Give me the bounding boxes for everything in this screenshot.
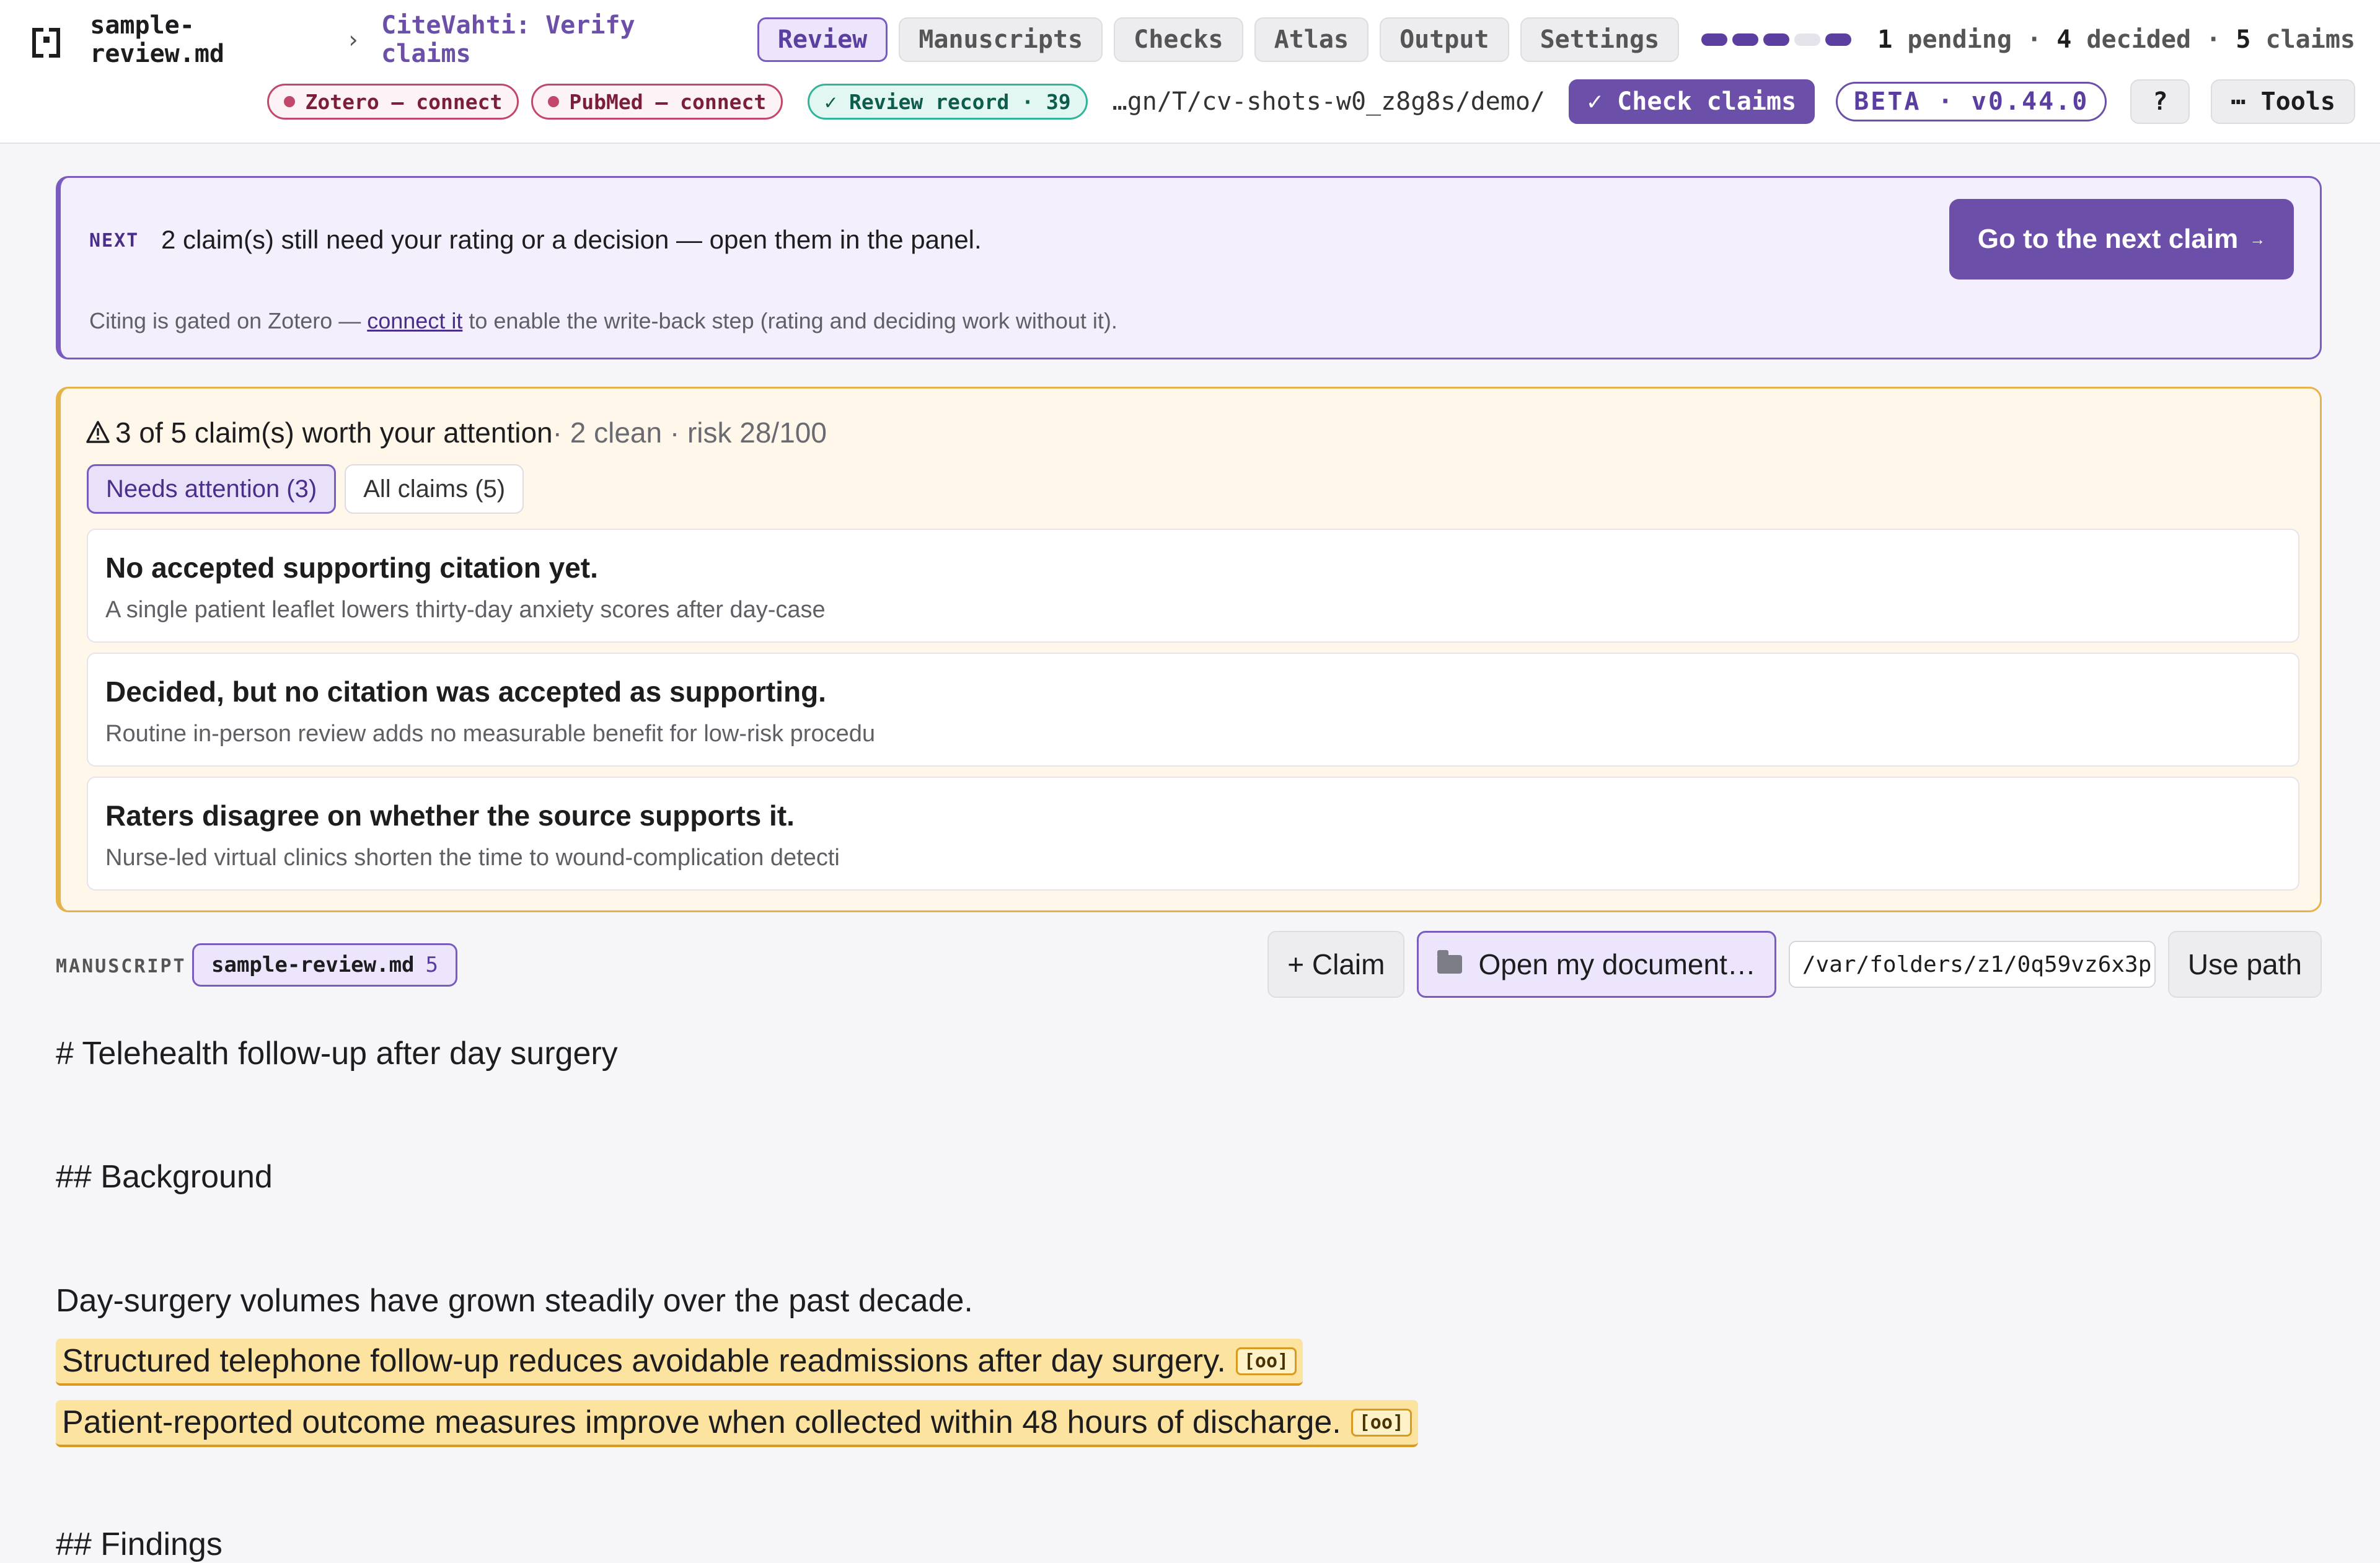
top-bar: sample-review.md › CiteVahti: Verify cla…	[0, 0, 2380, 144]
use-path-button[interactable]: Use path	[2167, 931, 2322, 998]
citation-status-tag[interactable]: [oo]	[1351, 1408, 1412, 1437]
next-step-message: 2 claim(s) still need your rating or a d…	[161, 225, 982, 254]
next-claim-button[interactable]: Go to the next claim →	[1949, 199, 2294, 280]
doc-paragraph: Day-surgery volumes have grown steadily …	[56, 1283, 973, 1319]
tools-menu-button[interactable]: ⋯ Tools	[2211, 79, 2355, 124]
zotero-connect-pill[interactable]: Zotero — connect	[267, 84, 519, 120]
progress-segment	[1794, 33, 1821, 46]
claim-text-preview: Routine in-person review adds no measura…	[105, 721, 875, 747]
breadcrumb-separator: ›	[346, 26, 361, 53]
manuscript-file-name: sample-review.md	[211, 953, 415, 977]
review-record-badge[interactable]: ✓ Review record · 39	[808, 84, 1088, 120]
zotero-gating-note: Citing is gated on Zotero — connect it t…	[89, 308, 1117, 334]
version-badge: BETA · v0.44.0	[1836, 82, 2107, 121]
document-path-input[interactable]: /var/folders/z1/0q59vz6x3p	[1788, 941, 2156, 988]
tab-atlas[interactable]: Atlas	[1254, 17, 1369, 62]
tab-checks[interactable]: Checks	[1114, 17, 1243, 62]
open-document-label: Open my document…	[1478, 948, 1756, 980]
filter-needs-attention[interactable]: Needs attention (3)	[87, 464, 337, 514]
decided-label: decided	[2086, 25, 2192, 54]
manuscript-section-label: MANUSCRIPT	[56, 956, 187, 977]
manuscript-actions: + Claim Open my document… /var/folders/z…	[1255, 931, 2322, 998]
next-label: NEXT	[89, 230, 139, 252]
attention-summary-text: · 2 clean · risk 28/100	[552, 416, 827, 449]
manuscript-file-chip[interactable]: sample-review.md 5	[192, 943, 457, 987]
note-text-before: Citing is gated on Zotero —	[89, 308, 368, 333]
pubmed-connect-pill[interactable]: PubMed — connect	[531, 84, 783, 120]
connect-zotero-link[interactable]: connect it	[367, 308, 462, 333]
status-dot-icon	[548, 96, 560, 107]
progress-segment	[1732, 33, 1759, 46]
pending-count: 1	[1877, 25, 1893, 54]
open-document-button[interactable]: Open my document…	[1417, 931, 1776, 998]
highlighted-claim[interactable]: Structured telephone follow-up reduces a…	[56, 1339, 1303, 1386]
claim-issue-title: Raters disagree on whether the source su…	[105, 799, 795, 832]
claim-filter-group: Needs attention (3) All claims (5)	[87, 464, 532, 514]
app-logo-icon	[32, 25, 61, 58]
app-title: CiteVahti: Verify claims	[381, 11, 635, 68]
tab-settings[interactable]: Settings	[1520, 17, 1680, 62]
claim-issue-title: Decided, but no citation was accepted as…	[105, 676, 826, 708]
check-claims-button[interactable]: ✓ Check claims	[1569, 79, 1815, 124]
attention-claim-card[interactable]: Decided, but no citation was accepted as…	[87, 653, 2299, 767]
add-claim-button[interactable]: + Claim	[1267, 931, 1405, 998]
pubmed-connect-label: PubMed — connect	[569, 89, 767, 114]
highlighted-claim[interactable]: Patient-reported outcome measures improv…	[56, 1400, 1418, 1447]
tab-manuscripts[interactable]: Manuscripts	[899, 17, 1103, 62]
attention-count-text: 3 of 5 claim(s) worth your attention	[115, 416, 553, 449]
claims-count: 5	[2236, 25, 2251, 54]
attention-claim-card[interactable]: Raters disagree on whether the source su…	[87, 777, 2299, 891]
help-button[interactable]: ?	[2130, 79, 2190, 124]
doc-heading-findings: ## Findings	[56, 1526, 223, 1562]
manuscript-claim-count: 5	[425, 953, 438, 977]
claim-issue-title: No accepted supporting citation yet.	[105, 552, 598, 584]
tab-output[interactable]: Output	[1380, 17, 1509, 62]
count-separator: ·	[2027, 25, 2042, 54]
next-claim-label: Go to the next claim	[1977, 224, 2239, 254]
tab-review[interactable]: Review	[757, 17, 888, 62]
doc-heading-title: # Telehealth follow-up after day surgery	[56, 1036, 618, 1072]
arrow-right-icon: →	[2249, 229, 2266, 249]
citation-status-tag[interactable]: [oo]	[1235, 1347, 1297, 1375]
status-dot-icon	[284, 96, 296, 107]
attention-headline: 3 of 5 claim(s) worth your attention · 2…	[86, 416, 827, 449]
progress-segment	[1701, 33, 1728, 46]
attention-claim-card[interactable]: No accepted supporting citation yet. A s…	[87, 529, 2299, 643]
progress-segment	[1763, 33, 1790, 46]
top-bar-row-primary: sample-review.md › CiteVahti: Verify cla…	[32, 11, 2355, 68]
next-step-panel: NEXT 2 claim(s) still need your rating o…	[56, 176, 2322, 359]
claims-label: claims	[2265, 25, 2356, 54]
working-directory-path: …gn/T/cv-shots-w0_z8g8s/demo/	[1112, 87, 1546, 116]
claims-progress-indicator	[1701, 33, 1856, 46]
decided-count: 4	[2056, 25, 2072, 54]
claim-text-preview: A single patient leaflet lowers thirty-d…	[105, 597, 826, 623]
current-file-name: sample-review.md	[90, 11, 224, 68]
filter-all-claims[interactable]: All claims (5)	[345, 464, 524, 514]
claim-counts: 1 pending · 4 decided · 5 claims	[1877, 25, 2355, 54]
zotero-connect-label: Zotero — connect	[305, 89, 503, 114]
claim-text: Patient-reported outcome measures improv…	[62, 1404, 1341, 1440]
claim-text: Structured telephone follow-up reduces a…	[62, 1343, 1226, 1379]
doc-heading-background: ## Background	[56, 1159, 273, 1195]
progress-segment	[1825, 33, 1852, 46]
top-bar-row-secondary: Zotero — connect PubMed — connect ✓ Revi…	[267, 77, 2355, 126]
count-separator: ·	[2206, 25, 2221, 54]
note-text-after: to enable the write-back step (rating an…	[462, 308, 1117, 333]
claim-text-preview: Nurse-led virtual clinics shorten the ti…	[105, 845, 840, 871]
folder-icon	[1437, 950, 1463, 974]
attention-panel: 3 of 5 claim(s) worth your attention · 2…	[56, 387, 2322, 912]
pending-label: pending	[1907, 25, 2012, 54]
